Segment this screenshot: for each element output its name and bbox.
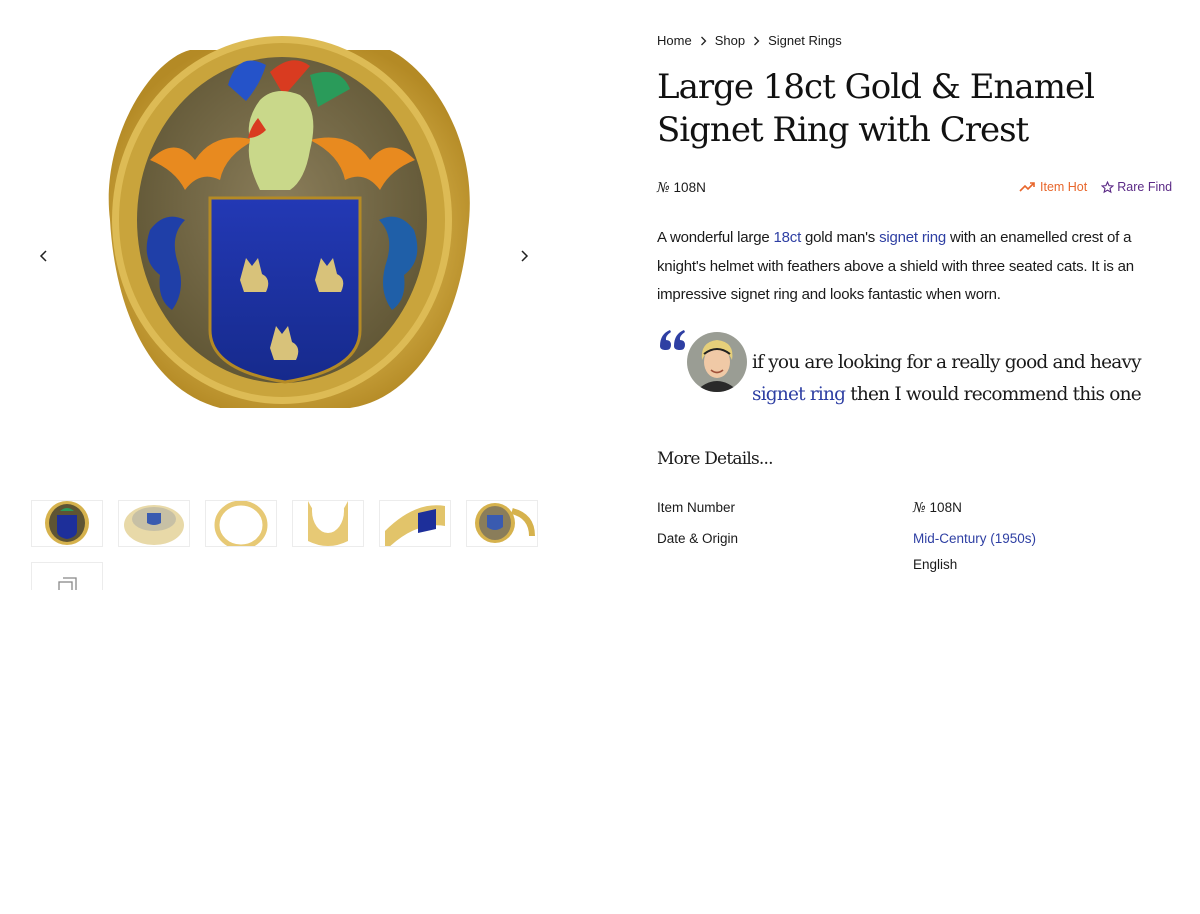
item-hot-label: Item Hot: [1040, 180, 1088, 194]
quote-link-signet-ring[interactable]: signet ring: [752, 384, 846, 405]
rare-find-badge[interactable]: Rare Find: [1101, 180, 1172, 194]
rare-find-label: Rare Find: [1117, 180, 1173, 194]
trending-up-icon: [1019, 182, 1035, 192]
thumbnail-1[interactable]: [31, 500, 103, 547]
details-value-text: 108N: [929, 500, 962, 515]
breadcrumb-signet-rings[interactable]: Signet Rings: [768, 33, 842, 48]
star-icon: [1101, 180, 1115, 193]
customer-quote: if you are looking for a really good and…: [752, 347, 1172, 411]
thumbnail-3[interactable]: [205, 500, 277, 547]
details-key: Date & Origin: [657, 531, 739, 546]
details-key: Item Number: [657, 500, 736, 515]
reviewer-avatar: [687, 332, 747, 392]
origin-value: English: [913, 557, 958, 572]
thumbnail-4[interactable]: [292, 500, 364, 547]
number-symbol: №: [657, 180, 670, 196]
chevron-left-icon: [39, 250, 47, 262]
thumbnail-5[interactable]: [379, 500, 451, 547]
link-signet-ring[interactable]: signet ring: [879, 229, 946, 246]
breadcrumb-shop[interactable]: Shop: [715, 33, 745, 48]
view-all-images-button[interactable]: [31, 562, 103, 590]
description-text: gold man's: [801, 229, 880, 246]
product-title: Large 18ct Gold & Enamel Signet Ring wit…: [657, 67, 1095, 150]
next-image-button[interactable]: [512, 244, 536, 268]
item-number-value: 108N: [673, 180, 706, 195]
description-text: A wonderful large: [657, 229, 774, 246]
date-link[interactable]: Mid-Century (1950s): [913, 531, 1036, 546]
main-product-image[interactable]: [90, 30, 474, 410]
quote-text: then I would recommend this one: [845, 384, 1141, 405]
number-symbol: №: [913, 500, 926, 516]
quote-text: if you are looking for a really good and…: [752, 352, 1142, 373]
link-18ct[interactable]: 18ct: [773, 229, 801, 246]
breadcrumb: Home Shop Signet Rings: [657, 33, 842, 48]
details-value: Mid-Century (1950s) English: [913, 526, 1036, 578]
breadcrumb-home[interactable]: Home: [657, 33, 692, 48]
thumbnail-6[interactable]: [466, 500, 538, 547]
gallery-stack-icon: [58, 577, 77, 590]
chevron-right-icon: [521, 250, 529, 262]
chevron-right-icon: [700, 36, 707, 46]
details-value: № 108N: [913, 495, 962, 521]
chevron-right-icon: [753, 36, 760, 46]
product-description: A wonderful large 18ct gold man's signet…: [657, 224, 1173, 310]
item-badges: Item Hot Rare Find: [1019, 180, 1172, 194]
more-details-toggle[interactable]: More Details...: [657, 449, 774, 469]
item-number: № 108N: [657, 180, 706, 196]
product-gallery: [0, 0, 570, 590]
previous-image-button[interactable]: [32, 244, 56, 268]
item-hot-badge[interactable]: Item Hot: [1019, 180, 1087, 194]
page-viewport: Home Shop Signet Rings Large 18ct Gold &…: [0, 0, 1200, 590]
quote-mark-icon: [660, 330, 685, 350]
thumbnail-2[interactable]: [118, 500, 190, 547]
